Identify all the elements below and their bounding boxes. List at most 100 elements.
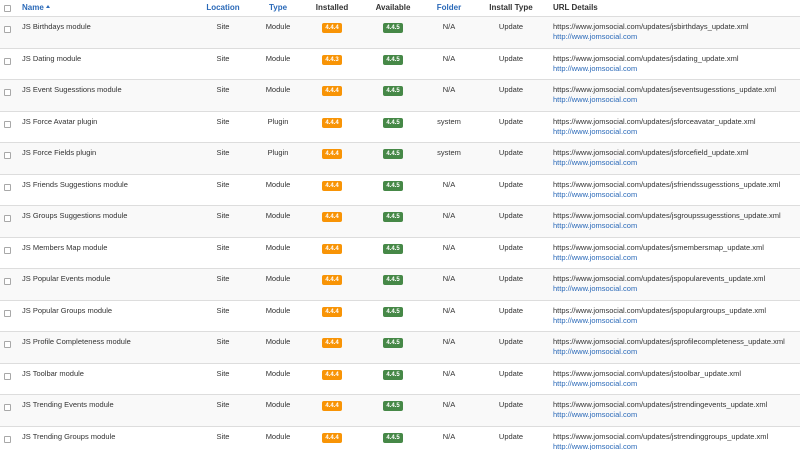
extension-name: JS Birthdays module [22, 22, 91, 31]
update-url: https://www.jomsocial.com/updates/jspopu… [553, 305, 767, 315]
url-details: https://www.jomsocial.com/updates/jstool… [553, 369, 741, 389]
url-details: https://www.jomsocial.com/updates/jstren… [553, 432, 768, 450]
install-type: Update [498, 431, 524, 441]
installed-version-badge: 4.4.4 [322, 432, 342, 443]
extension-folder: N/A [442, 242, 456, 252]
row-checkbox[interactable] [4, 89, 11, 96]
update-url: https://www.jomsocial.com/updates/jsbirt… [553, 22, 749, 31]
url-details: https://www.jomsocial.com/updates/jspopu… [553, 274, 765, 294]
available-version-badge: 4.4.5 [383, 401, 403, 411]
site-link[interactable]: http://www.jomsocial.com [553, 284, 765, 294]
table-row: JS Force Avatar plugin Site Plugin 4.4.4… [0, 112, 800, 143]
row-checkbox[interactable] [4, 26, 11, 33]
installed-version-cell: 4.4.4 [312, 148, 352, 159]
site-link[interactable]: http://www.jomsocial.com [553, 410, 767, 420]
row-checkbox[interactable] [4, 246, 11, 254]
install-type: Update [498, 368, 524, 378]
site-link[interactable]: http://www.jomsocial.com [553, 158, 749, 168]
installed-version-badge: 4.4.3 [322, 54, 342, 65]
extension-name: JS Friends Suggestions module [22, 179, 128, 189]
url-details: https://www.jomsocial.com/updates/jsdati… [553, 54, 739, 74]
table-row: JS Birthdays module Site Module 4.4.4 4.… [0, 17, 800, 49]
install-type: Update [498, 337, 524, 346]
installed-version-badge: 4.4.4 [322, 369, 342, 380]
table-row: JS Members Map module Site Module 4.4.4 … [0, 238, 800, 269]
site-link[interactable]: http://www.jomsocial.com [553, 347, 785, 357]
install-type: Update [498, 274, 524, 283]
site-link[interactable]: http://www.jomsocial.com [553, 221, 781, 231]
row-checkbox[interactable] [4, 152, 11, 159]
url-details: https://www.jomsocial.com/updates/jsforc… [553, 148, 749, 168]
available-version-cell: 4.4.5 [372, 211, 414, 222]
available-version-cell: 4.4.5 [372, 337, 414, 348]
table-row: JS Popular Events module Site Module 4.4… [0, 269, 800, 301]
extension-type: Module [265, 179, 291, 189]
row-checkbox[interactable] [4, 120, 11, 128]
row-checkbox[interactable] [4, 309, 11, 317]
extension-location: Site [216, 85, 230, 94]
site-link[interactable]: http://www.jomsocial.com [553, 64, 739, 74]
available-version-cell: 4.4.5 [372, 22, 414, 33]
site-link[interactable]: http://www.jomsocial.com [553, 32, 749, 42]
extension-folder: N/A [442, 85, 456, 94]
table-row: JS Dating module Site Module 4.4.3 4.4.5… [0, 49, 800, 80]
installed-version-badge: 4.4.4 [322, 338, 342, 348]
install-type: Update [498, 400, 524, 409]
available-version-cell: 4.4.5 [372, 400, 414, 411]
install-type-header: Install Type [489, 3, 533, 12]
available-version-badge: 4.4.5 [383, 306, 403, 317]
installed-version-cell: 4.4.3 [312, 54, 352, 65]
url-details: https://www.jomsocial.com/updates/jspopu… [553, 306, 766, 326]
update-url: https://www.jomsocial.com/updates/jsforc… [553, 148, 749, 157]
extension-location: Site [216, 431, 230, 441]
installed-version-cell: 4.4.4 [312, 274, 352, 285]
row-checkbox[interactable] [4, 215, 11, 222]
installed-version-badge: 4.4.4 [322, 243, 342, 254]
extension-folder: N/A [442, 337, 456, 346]
site-link[interactable]: http://www.jomsocial.com [553, 127, 756, 137]
installed-version-cell: 4.4.4 [312, 211, 352, 222]
extension-location: Site [216, 179, 230, 189]
site-link[interactable]: http://www.jomsocial.com [553, 190, 780, 200]
available-version-badge: 4.4.5 [383, 212, 403, 222]
row-checkbox[interactable] [4, 341, 11, 348]
row-checkbox[interactable] [4, 183, 11, 191]
available-version-cell: 4.4.5 [372, 117, 414, 128]
sort-by-location-header[interactable]: Location [206, 3, 240, 12]
site-link[interactable]: http://www.jomsocial.com [553, 253, 764, 263]
row-checkbox[interactable] [4, 404, 11, 411]
installed-version-cell: 4.4.4 [312, 180, 352, 191]
sort-by-name-header[interactable]: Name [22, 3, 50, 12]
table-row: JS Event Sugesstions module Site Module … [0, 80, 800, 112]
url-details: https://www.jomsocial.com/updates/jstren… [553, 400, 767, 420]
site-link[interactable]: http://www.jomsocial.com [553, 95, 776, 105]
extension-type: Module [265, 274, 291, 283]
available-version-badge: 4.4.5 [383, 243, 403, 254]
table-header: Name Location Type Installed Available F… [0, 0, 800, 17]
site-link[interactable]: http://www.jomsocial.com [553, 316, 766, 326]
available-version-cell: 4.4.5 [372, 148, 414, 159]
install-type: Update [498, 22, 524, 31]
extension-location: Site [216, 368, 230, 378]
extension-location: Site [216, 337, 230, 346]
table-row: JS Trending Groups module Site Module 4.… [0, 427, 800, 450]
installed-version-badge: 4.4.4 [322, 23, 342, 33]
extension-folder: N/A [442, 400, 456, 409]
installed-version-cell: 4.4.4 [312, 22, 352, 33]
row-checkbox[interactable] [4, 57, 11, 65]
table-row: JS Toolbar module Site Module 4.4.4 4.4.… [0, 364, 800, 395]
sort-by-type-header[interactable]: Type [258, 3, 298, 12]
extension-location: Site [216, 116, 230, 126]
sort-by-folder-header[interactable]: Folder [430, 3, 468, 12]
select-all-checkbox[interactable] [4, 5, 11, 12]
extension-location: Site [216, 274, 230, 283]
site-link[interactable]: http://www.jomsocial.com [553, 379, 741, 389]
site-link[interactable]: http://www.jomsocial.com [553, 442, 768, 450]
row-checkbox[interactable] [4, 435, 11, 443]
name-header-label: Name [22, 3, 44, 12]
install-type: Update [498, 53, 524, 63]
row-checkbox[interactable] [4, 278, 11, 285]
extension-type: Module [265, 305, 291, 315]
installed-header: Installed [315, 3, 349, 12]
row-checkbox[interactable] [4, 372, 11, 380]
